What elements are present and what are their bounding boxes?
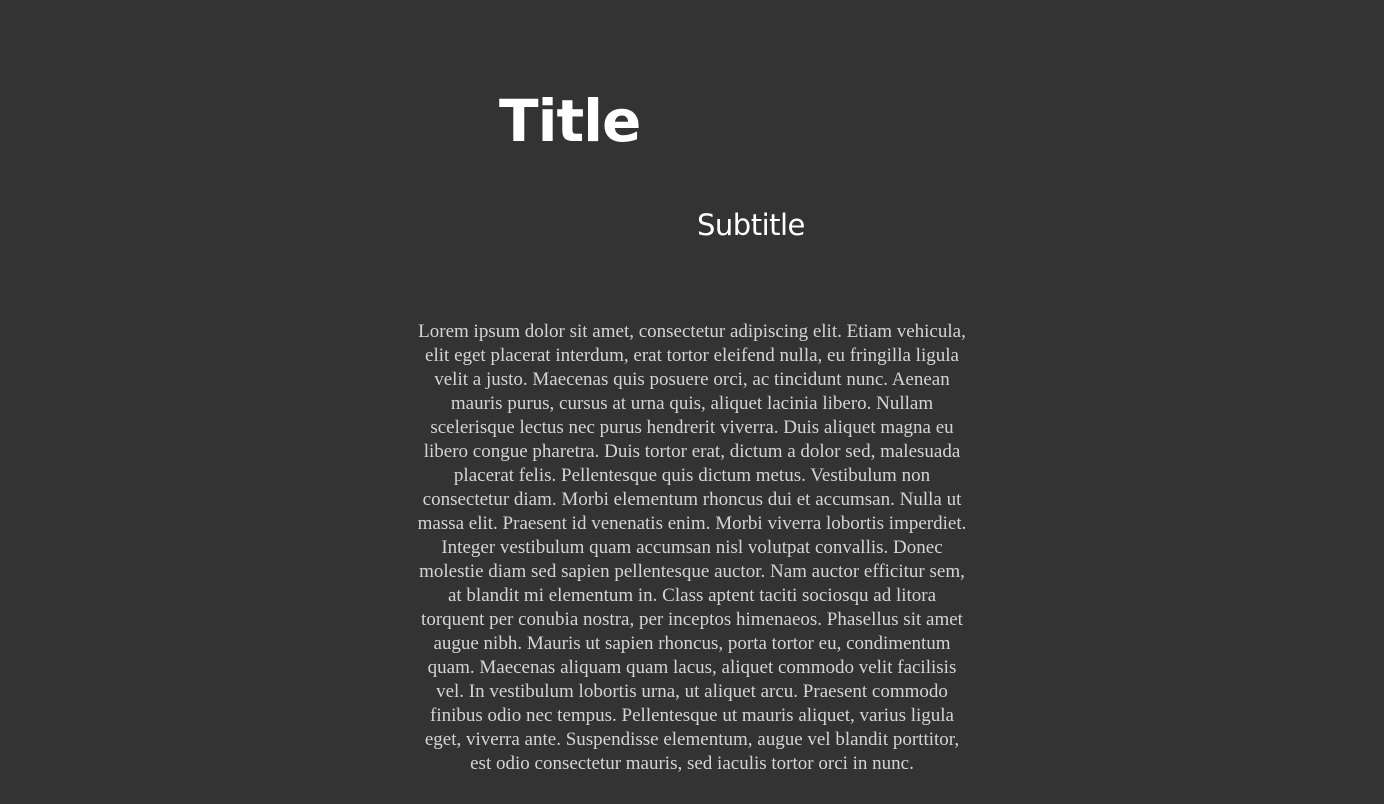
page-title: Title <box>499 87 641 155</box>
page-subtitle: Subtitle <box>697 208 805 242</box>
body-paragraph: Lorem ipsum dolor sit amet, consectetur … <box>417 321 967 774</box>
